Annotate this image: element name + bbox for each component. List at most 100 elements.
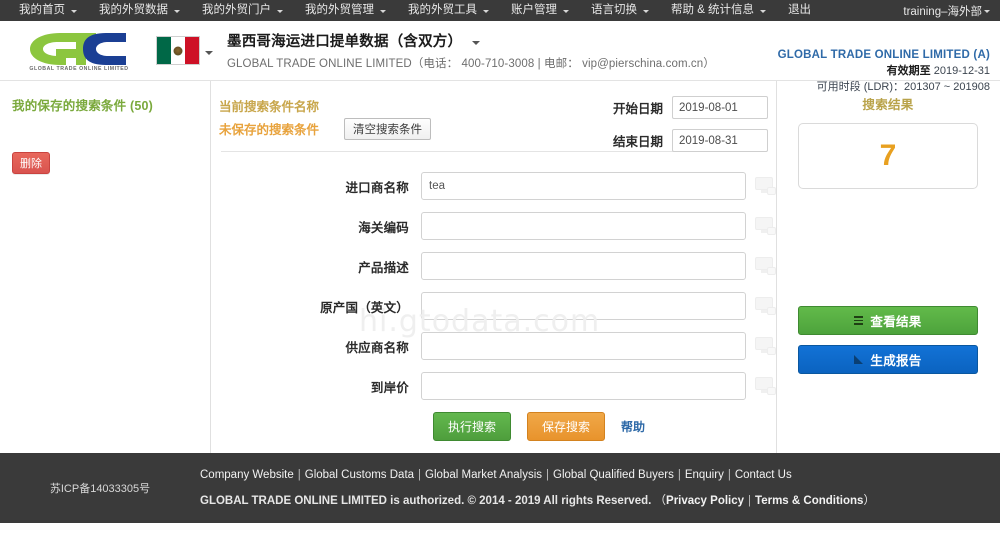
end-date-label: 结束日期 [612, 135, 663, 149]
page-title: 墨西哥海运进口提单数据（含双方） [227, 34, 463, 50]
current-condition-label: 当前搜索条件名称 [219, 100, 320, 114]
user-menu-label: training–海外部 [903, 5, 982, 18]
page-header: GLOBAL TRADE ONLINE LIMITED 墨西哥海运进口提单数据（… [0, 21, 1000, 93]
brand-logo[interactable]: GLOBAL TRADE ONLINE LIMITED [0, 29, 148, 73]
results-panel: 搜索结果 7 查看结果 生成报告 [777, 81, 999, 453]
nav-item-label: 账户管理 [511, 4, 557, 16]
country-selector[interactable] [156, 36, 213, 65]
nav-item-language-switch[interactable]: 语言切换 [580, 0, 660, 21]
nav-item-trade-tools[interactable]: 我的外贸工具 [397, 0, 500, 21]
list-icon [854, 316, 864, 325]
privacy-policy-link[interactable]: Privacy Policy [666, 495, 744, 507]
results-count: 7 [879, 139, 897, 172]
gtc-logo-icon: GLOBAL TRADE ONLINE LIMITED [22, 29, 134, 73]
chevron-down-icon[interactable] [472, 40, 481, 45]
help-link[interactable]: 帮助 [621, 418, 645, 435]
hs-code-input[interactable] [421, 212, 747, 240]
footer-links: Company Website | Global Customs Data | Glob… [200, 469, 1000, 481]
field-label: 产品描述 [358, 260, 409, 275]
gtc-logo-svg [30, 32, 126, 65]
nav-item-label: 我的外贸管理 [305, 4, 374, 16]
nav-item-help-stats[interactable]: 帮助 & 统计信息 [660, 0, 777, 21]
save-search-button[interactable]: 保存搜索 [527, 412, 606, 441]
chevron-down-icon [643, 10, 649, 13]
end-date-input[interactable] [672, 129, 768, 152]
field-hint-icon[interactable] [755, 336, 776, 356]
chevron-down-icon [277, 10, 283, 13]
form-actions: 执行搜索 保存搜索 帮助 [211, 412, 776, 441]
separator: | [727, 468, 731, 481]
footer-content: Company Website | Global Customs Data | Glob… [200, 469, 1000, 508]
importer-name-input[interactable] [421, 172, 747, 200]
field-label: 供应商名称 [345, 340, 409, 355]
field-hint-icon[interactable] [755, 256, 776, 276]
top-nav-items: 我的首页 我的外贸数据 我的外贸门户 我的外贸管理 我的外贸工具 账户管理 语言… [8, 0, 822, 21]
footer-link-company-website[interactable]: Company Website [200, 469, 294, 481]
date-range-box: 开始日期 结束日期 [613, 93, 768, 159]
results-count-box: 7 [798, 123, 978, 189]
field-hint-icon[interactable] [755, 376, 776, 396]
saved-conditions-title: 我的保存的搜索条件 (50) [12, 99, 154, 113]
nav-item-trade-management[interactable]: 我的外贸管理 [294, 0, 397, 21]
start-date-label: 开始日期 [612, 102, 663, 116]
nav-item-label: 我的外贸数据 [99, 4, 168, 16]
origin-country-input[interactable] [421, 292, 747, 320]
nav-item-label: 我的外贸工具 [408, 4, 477, 16]
view-results-button[interactable]: 查看结果 [798, 306, 978, 335]
flag-band-red [185, 37, 199, 64]
user-menu[interactable]: training–海外部 [903, 3, 990, 19]
icp-license: 苏ICP备14033305号 [49, 483, 151, 495]
validity-label: 有效期至 [886, 64, 931, 77]
account-validity: 有效期至 2019-12-31 [778, 64, 990, 80]
field-hint-icon[interactable] [755, 176, 776, 196]
nav-item-trade-data[interactable]: 我的外贸数据 [88, 0, 191, 21]
dataset-title-block: 墨西哥海运进口提单数据（含双方） GLOBAL TRADE ONLINE LIM… [227, 30, 715, 71]
start-date-row: 开始日期 [613, 93, 768, 122]
footer-link-global-qualified-buyers[interactable]: Global Qualified Buyers [553, 469, 674, 481]
nav-item-label: 我的首页 [19, 4, 65, 16]
chevron-down-icon [71, 10, 77, 13]
field-row-supplier: 供应商名称 [211, 326, 776, 366]
results-title: 搜索结果 [862, 98, 914, 112]
nav-item-trade-portal[interactable]: 我的外贸门户 [191, 0, 294, 21]
generate-report-button[interactable]: 生成报告 [798, 345, 978, 374]
field-row-origin-country: 原产国（英文） [211, 286, 776, 326]
field-hint-icon[interactable] [755, 296, 776, 316]
chevron-down-icon [984, 10, 990, 13]
product-description-input[interactable] [421, 252, 747, 280]
nav-item-home[interactable]: 我的首页 [8, 0, 88, 21]
footer-copyright-row: GLOBAL TRADE ONLINE LIMITED is authorize… [200, 492, 1000, 508]
footer-link-contact-us[interactable]: Contact Us [735, 469, 792, 481]
bubble-shape [767, 186, 776, 195]
chevron-down-icon [483, 10, 489, 13]
delete-button[interactable]: 删除 [12, 152, 50, 174]
terms-conditions-link[interactable]: Terms & Conditions [755, 495, 863, 507]
footer-link-global-market-analysis[interactable]: Global Market Analysis [425, 469, 542, 481]
field-row-hscode: 海关编码 [211, 206, 776, 246]
dataset-title-row: 墨西哥海运进口提单数据（含双方） [227, 30, 715, 51]
nav-item-label: 我的外贸门户 [202, 4, 271, 16]
cif-price-input[interactable] [421, 372, 747, 400]
validity-value: 2019-12-31 [933, 64, 990, 77]
end-date-row: 结束日期 [613, 126, 768, 155]
footer-link-enquiry[interactable]: Enquiry [685, 469, 724, 481]
supplier-name-input[interactable] [421, 332, 747, 360]
nav-item-account-management[interactable]: 账户管理 [500, 0, 580, 21]
nav-item-logout[interactable]: 退出 [777, 0, 822, 21]
clear-conditions-button[interactable]: 清空搜索条件 [344, 117, 431, 140]
chart-icon [854, 355, 864, 364]
execute-search-button[interactable]: 执行搜索 [433, 412, 512, 441]
chevron-down-icon [380, 10, 386, 13]
separator: | [297, 468, 301, 481]
top-navigation-bar: 我的首页 我的外贸数据 我的外贸门户 我的外贸管理 我的外贸工具 账户管理 语言… [0, 0, 1000, 21]
chevron-down-icon [563, 10, 569, 13]
bubble-shape [767, 346, 776, 355]
field-row-importer: 进口商名称 [211, 166, 776, 206]
logo-subtitle: GLOBAL TRADE ONLINE LIMITED [29, 65, 129, 72]
field-hint-icon[interactable] [755, 216, 776, 236]
separator: | [546, 468, 550, 481]
field-label: 海关编码 [358, 220, 409, 235]
start-date-input[interactable] [672, 96, 768, 119]
app-page: 我的首页 我的外贸数据 我的外贸门户 我的外贸管理 我的外贸工具 账户管理 语言… [0, 0, 1000, 545]
footer-link-global-customs-data[interactable]: Global Customs Data [305, 469, 414, 481]
